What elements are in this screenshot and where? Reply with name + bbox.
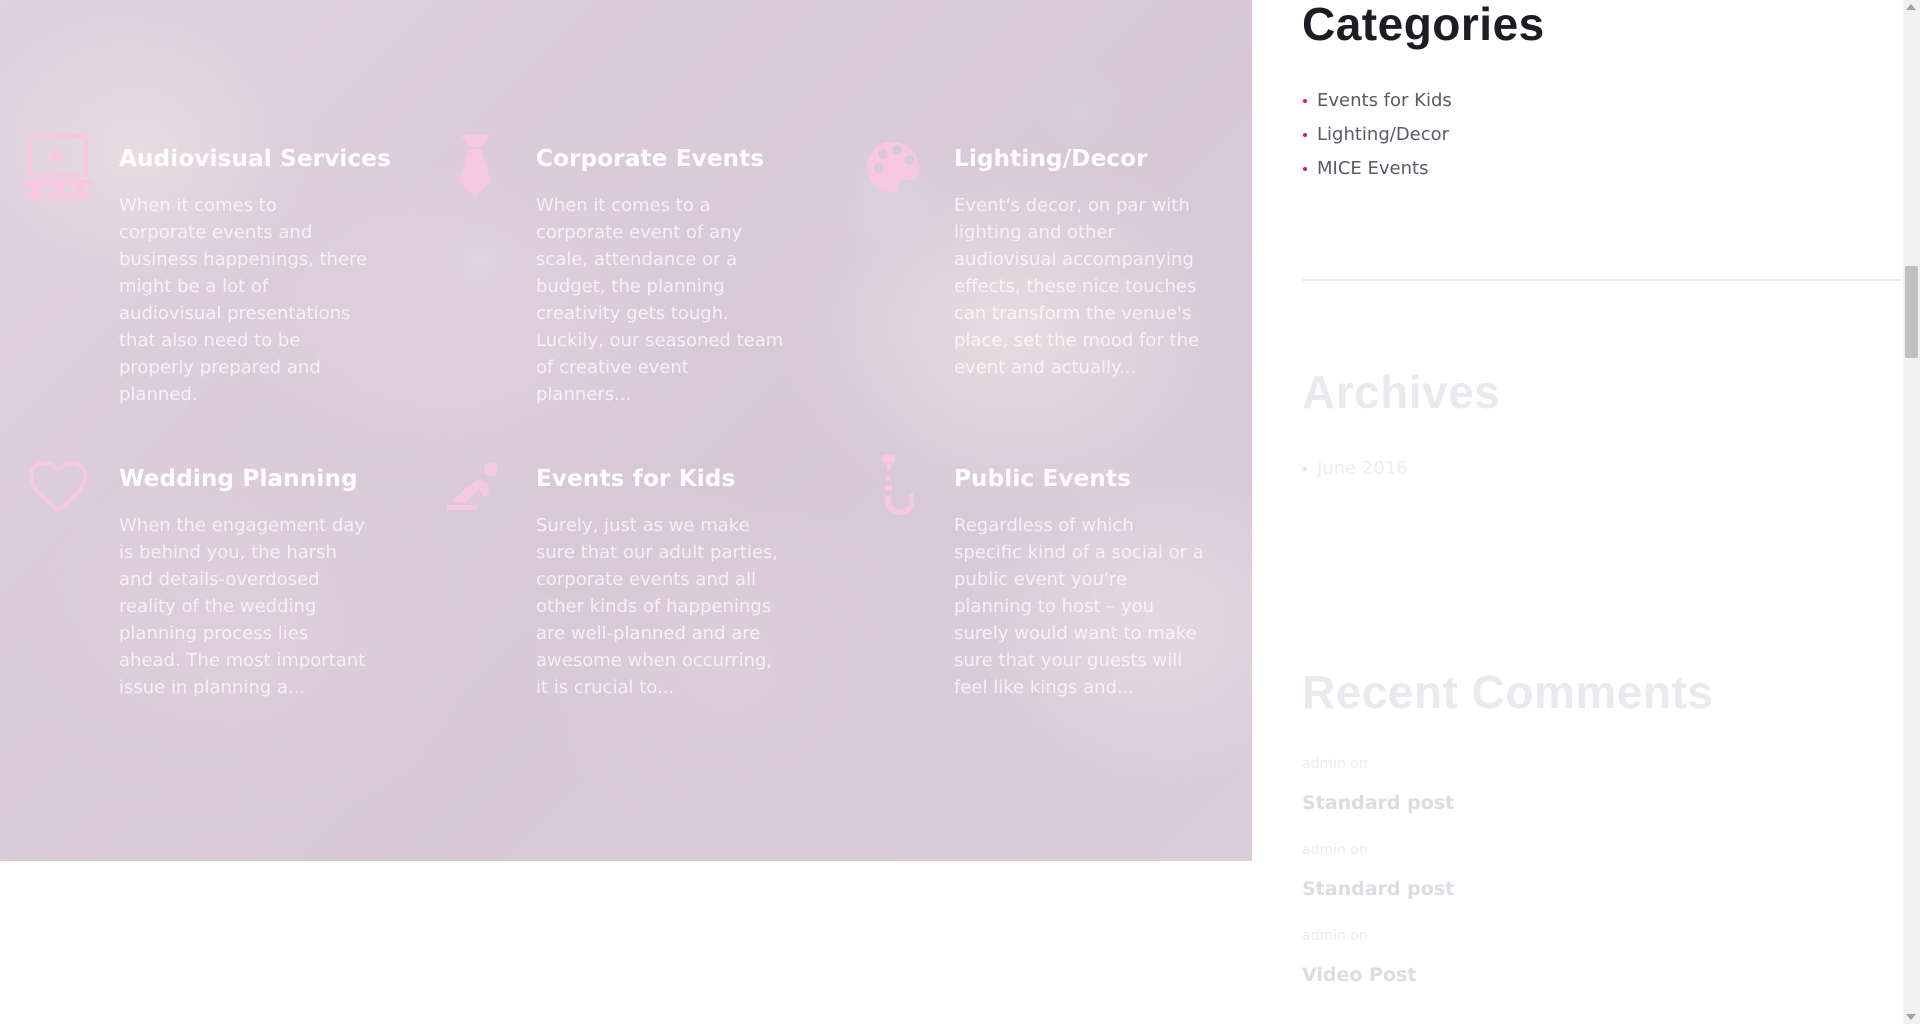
comment-post-link[interactable]: Standard post bbox=[1302, 878, 1454, 900]
service-wedding: Wedding Planning When the engagement day… bbox=[28, 460, 419, 701]
service-kids: Events for Kids Surely, just as we make … bbox=[447, 462, 836, 701]
widget-divider bbox=[1302, 279, 1902, 281]
service-lighting: Lighting/Decor Event's decor, on par wit… bbox=[867, 142, 1252, 381]
categories-list: Events for Kids Lighting/Decor MICE Even… bbox=[1302, 84, 1452, 186]
heart-icon bbox=[23, 452, 93, 522]
scroll-down-arrow-icon[interactable] bbox=[1906, 1014, 1916, 1020]
hero-overlay bbox=[0, 0, 1252, 861]
archives-list: June 2016 bbox=[1302, 452, 1408, 486]
service-title[interactable]: Lighting/Decor bbox=[954, 144, 1252, 174]
service-description: Event's decor, on par with lighting and … bbox=[954, 195, 1200, 378]
service-description: When the engagement day is behind you, t… bbox=[119, 515, 366, 698]
comment-author: admin on bbox=[1302, 756, 1368, 772]
child-slide-icon bbox=[440, 452, 510, 522]
recent-comments-title: Recent Comments bbox=[1302, 666, 1714, 718]
archive-item[interactable]: June 2016 bbox=[1302, 452, 1408, 486]
comment-post-link[interactable]: Standard post bbox=[1302, 792, 1454, 814]
category-item[interactable]: Events for Kids bbox=[1302, 84, 1452, 118]
comment-author: admin on bbox=[1302, 928, 1368, 944]
necktie-icon bbox=[440, 132, 510, 202]
comment-post-link[interactable]: Video Post bbox=[1302, 964, 1416, 986]
scrollbar-thumb[interactable] bbox=[1905, 266, 1918, 358]
scroll-up-arrow-icon[interactable] bbox=[1906, 4, 1916, 10]
service-title[interactable]: Wedding Planning bbox=[119, 464, 419, 494]
category-item[interactable]: Lighting/Decor bbox=[1302, 118, 1452, 152]
presentation-screen-icon bbox=[23, 132, 93, 202]
page-scrollbar[interactable] bbox=[1903, 0, 1920, 1024]
paint-palette-icon bbox=[858, 132, 928, 202]
service-audiovisual: Audiovisual Services When it comes to co… bbox=[24, 134, 419, 408]
services-section: Audiovisual Services When it comes to co… bbox=[0, 0, 1252, 861]
service-description: Regardless of which specific kind of a s… bbox=[954, 515, 1204, 698]
archives-title: Archives bbox=[1302, 366, 1501, 418]
service-description: Surely, just as we make sure that our ad… bbox=[536, 515, 779, 698]
service-public: Public Events Regardless of which specif… bbox=[883, 455, 1252, 701]
comment-author: admin on bbox=[1302, 842, 1368, 858]
service-description: When it comes to a corporate event of an… bbox=[536, 195, 784, 405]
saxophone-icon bbox=[858, 452, 928, 522]
categories-title: Categories bbox=[1302, 0, 1545, 50]
service-corporate: Corporate Events When it comes to a corp… bbox=[459, 135, 836, 408]
category-item[interactable]: MICE Events bbox=[1302, 152, 1452, 186]
service-title[interactable]: Public Events bbox=[954, 464, 1252, 494]
service-title[interactable]: Audiovisual Services bbox=[119, 144, 419, 174]
service-title[interactable]: Events for Kids bbox=[536, 464, 836, 494]
service-description: When it comes to corporate events and bu… bbox=[119, 195, 368, 405]
service-title[interactable]: Corporate Events bbox=[536, 144, 836, 174]
